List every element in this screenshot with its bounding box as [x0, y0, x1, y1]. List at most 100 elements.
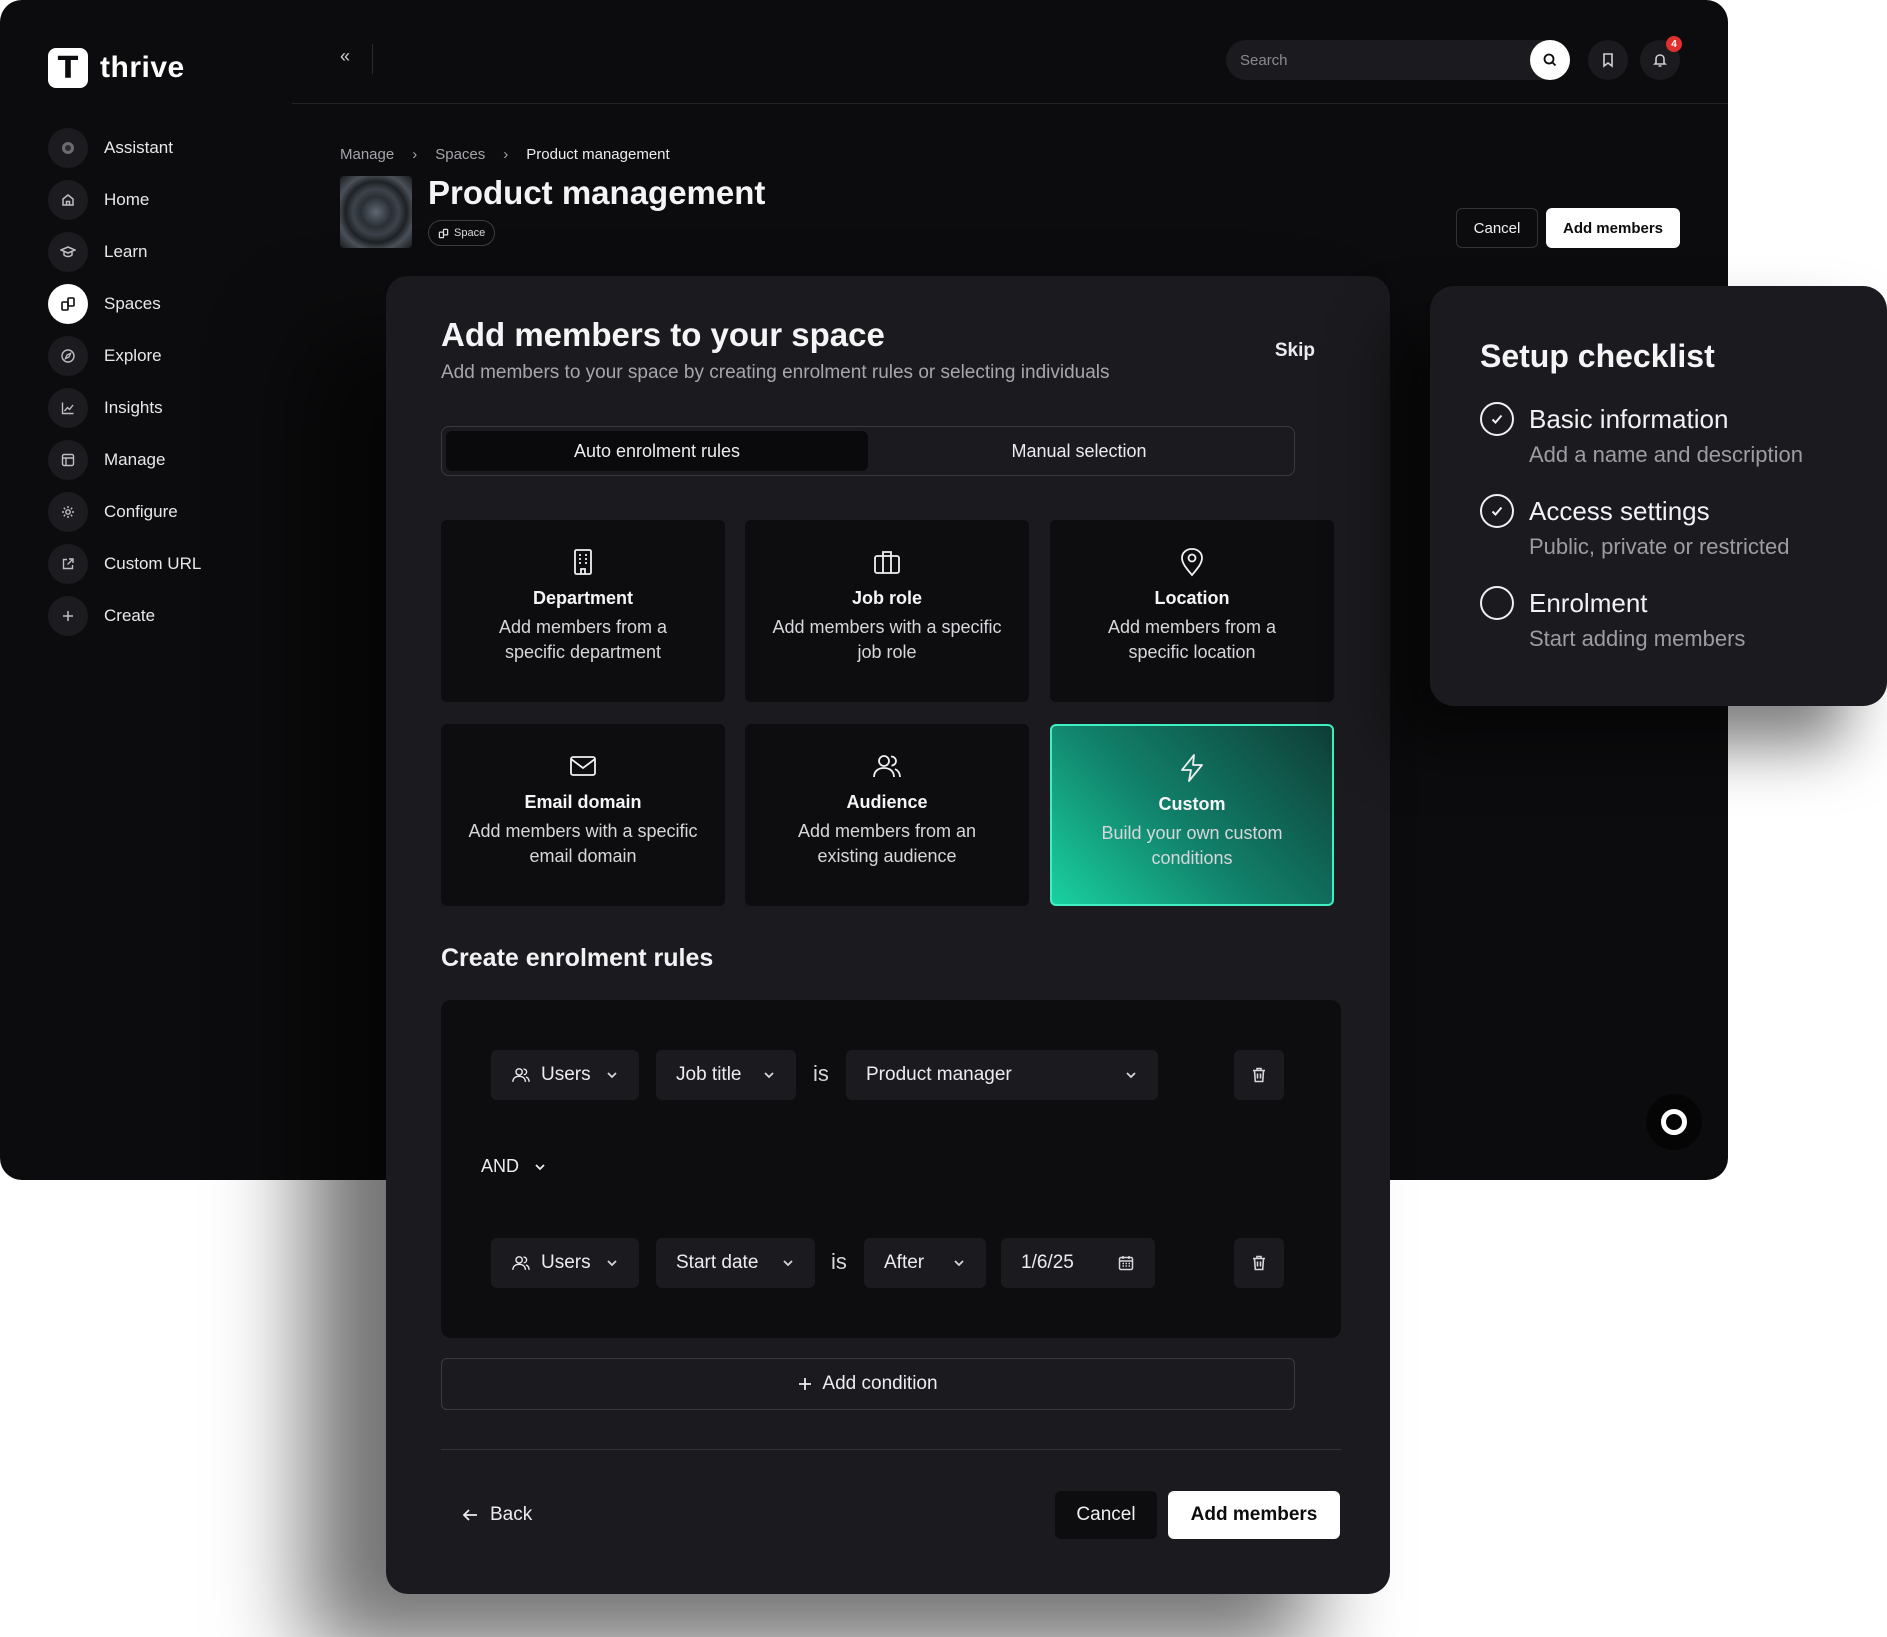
- assistant-fab[interactable]: [1646, 1094, 1702, 1150]
- checklist-item-name: Basic information: [1529, 404, 1729, 434]
- card-custom[interactable]: Custom Build your own custom conditions: [1050, 724, 1334, 906]
- sidebar-item-label: Insights: [104, 398, 163, 417]
- bell-icon: [1653, 54, 1667, 67]
- divider: [372, 44, 373, 74]
- tab-manual-selection[interactable]: Manual selection: [868, 431, 1290, 471]
- sidebar-item-label: Configure: [104, 502, 178, 521]
- sidebar-item-insights[interactable]: Insights: [48, 388, 278, 428]
- chevron-right-icon: ›: [503, 146, 509, 163]
- rule2-subject-select[interactable]: Users: [491, 1238, 639, 1288]
- mail-icon: [570, 756, 596, 776]
- sidebar-item-custom-url[interactable]: Custom URL: [48, 544, 278, 584]
- chevron-down-icon: [607, 1072, 617, 1079]
- chart-icon: [48, 388, 88, 428]
- learn-icon: [48, 232, 88, 272]
- search-bar: [1226, 40, 1570, 80]
- rule2-date-input[interactable]: 1/6/25: [1001, 1238, 1155, 1288]
- breadcrumb: Manage › Spaces › Product management: [340, 146, 670, 163]
- card-job-role[interactable]: Job role Add members with a specific job…: [745, 520, 1029, 702]
- skip-button[interactable]: Skip: [1275, 340, 1315, 362]
- sidebar-item-create[interactable]: Create: [48, 596, 278, 636]
- modal-title: Add members to your space: [441, 316, 885, 353]
- spaces-icon: [48, 284, 88, 324]
- checklist-item-enrolment[interactable]: Enrolment Start adding members: [1480, 586, 1745, 652]
- modal-add-members-button[interactable]: Add members: [1168, 1491, 1340, 1539]
- sidebar-item-learn[interactable]: Learn: [48, 232, 278, 272]
- briefcase-icon: [874, 551, 900, 574]
- notification-badge: 4: [1666, 36, 1682, 52]
- empty-circle-icon: [1480, 586, 1514, 620]
- card-department[interactable]: Department Add members from a specific d…: [441, 520, 725, 702]
- sidebar-item-spaces[interactable]: Spaces: [48, 284, 278, 324]
- connector-select[interactable]: AND: [481, 1156, 547, 1177]
- notifications-button[interactable]: 4: [1640, 36, 1682, 80]
- plus-icon: [799, 1378, 812, 1390]
- collapse-sidebar-icon[interactable]: «: [340, 46, 350, 67]
- plus-icon: [48, 596, 88, 636]
- checklist-item-name: Access settings: [1529, 496, 1710, 526]
- logo[interactable]: T thrive: [48, 48, 185, 88]
- page-title: Product management: [428, 174, 766, 211]
- sidebar: Assistant Home Learn Spaces Explore Insi…: [48, 128, 278, 648]
- space-chip: Space: [428, 220, 496, 246]
- card-title: Custom: [1158, 794, 1226, 814]
- chevron-down-icon: [783, 1260, 793, 1267]
- users-icon: [512, 1256, 530, 1270]
- rule1-delete-button[interactable]: [1234, 1050, 1284, 1100]
- search-input[interactable]: [1240, 51, 1530, 69]
- add-condition-button[interactable]: Add condition: [441, 1358, 1295, 1410]
- rule1-value: Product manager: [866, 1064, 1012, 1085]
- add-condition-label: Add condition: [822, 1373, 938, 1394]
- checklist-item-access-settings[interactable]: Access settings Public, private or restr…: [1480, 494, 1789, 560]
- setup-checklist: Setup checklist Basic information Add a …: [1430, 286, 1887, 706]
- header-cancel-button[interactable]: Cancel: [1456, 208, 1538, 248]
- assistant-icon: [48, 128, 88, 168]
- back-button[interactable]: Back: [462, 1504, 532, 1526]
- sidebar-item-home[interactable]: Home: [48, 180, 278, 220]
- sidebar-item-assistant[interactable]: Assistant: [48, 128, 278, 168]
- building-icon: [574, 549, 592, 575]
- breadcrumb-current: Product management: [526, 146, 670, 163]
- breadcrumb-item[interactable]: Spaces: [435, 146, 485, 163]
- home-icon: [48, 180, 88, 220]
- search-icon[interactable]: [1530, 40, 1570, 80]
- card-description: Add members from a specific location: [1107, 617, 1277, 662]
- card-email-domain[interactable]: Email domain Add members with a specific…: [441, 724, 725, 906]
- rule2-comparison-select[interactable]: After: [864, 1238, 986, 1288]
- sidebar-item-label: Custom URL: [104, 554, 202, 573]
- location-pin-icon: [1181, 548, 1203, 577]
- breadcrumb-item[interactable]: Manage: [340, 146, 394, 163]
- sidebar-item-label: Spaces: [104, 294, 161, 313]
- logo-text: thrive: [100, 51, 185, 84]
- rule1-value-select[interactable]: Product manager: [846, 1050, 1158, 1100]
- manage-icon: [48, 440, 88, 480]
- rule2-field-select[interactable]: Start date: [656, 1238, 815, 1288]
- sidebar-item-label: Create: [104, 606, 156, 625]
- sidebar-item-manage[interactable]: Manage: [48, 440, 278, 480]
- bookmark-button[interactable]: [1588, 40, 1628, 80]
- sidebar-item-label: Manage: [104, 450, 166, 469]
- header-add-members-button[interactable]: Add members: [1546, 208, 1680, 248]
- users-icon: [512, 1068, 530, 1082]
- rule2-delete-button[interactable]: [1234, 1238, 1284, 1288]
- card-location[interactable]: Location Add members from a specific loc…: [1050, 520, 1334, 702]
- calendar-icon[interactable]: [1117, 1254, 1135, 1272]
- checklist-item-basic-information[interactable]: Basic information Add a name and descrip…: [1480, 402, 1803, 468]
- users-icon: [873, 755, 901, 778]
- trash-icon: [1253, 1067, 1265, 1083]
- sidebar-item-explore[interactable]: Explore: [48, 336, 278, 376]
- card-audience[interactable]: Audience Add members from an existing au…: [745, 724, 1029, 906]
- rule1-subject-value: Users: [541, 1064, 591, 1085]
- space-chip-label: Space: [454, 227, 486, 239]
- tab-auto-enrolment[interactable]: Auto enrolment rules: [446, 431, 868, 471]
- rule1-field-value: Job title: [676, 1064, 742, 1085]
- card-description: Add members with a specific email domain: [468, 821, 698, 866]
- chevron-down-icon: [607, 1260, 617, 1267]
- rule2-subject-value: Users: [541, 1252, 591, 1273]
- rule1-field-select[interactable]: Job title: [656, 1050, 796, 1100]
- modal-cancel-button[interactable]: Cancel: [1055, 1491, 1157, 1539]
- rule1-subject-select[interactable]: Users: [491, 1050, 639, 1100]
- sidebar-item-label: Home: [104, 190, 150, 209]
- chevron-down-icon: [954, 1260, 964, 1267]
- sidebar-item-configure[interactable]: Configure: [48, 492, 278, 532]
